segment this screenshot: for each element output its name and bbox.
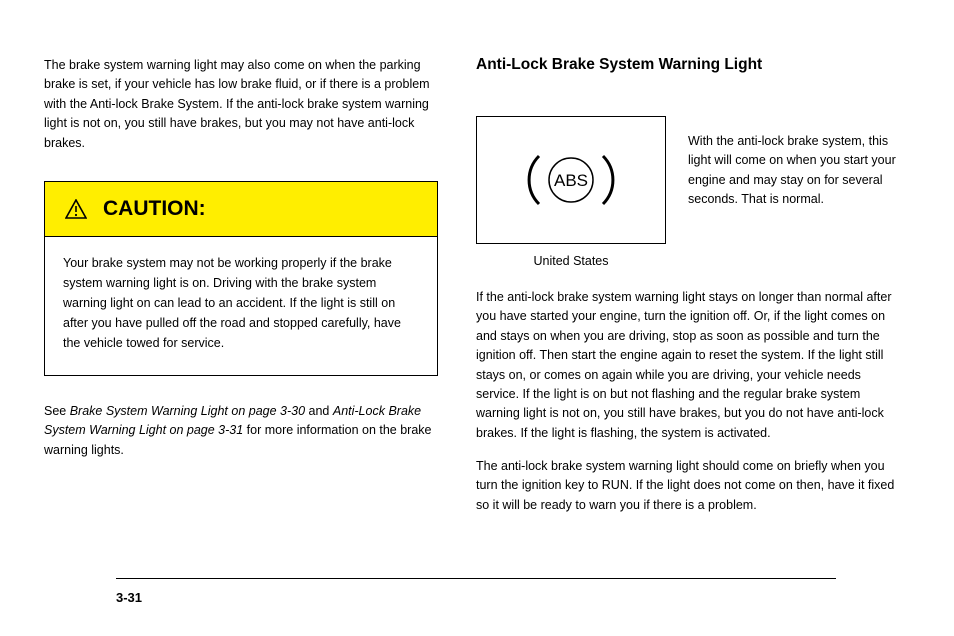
abs-body-paragraphs: If the anti-lock brake system warning li… bbox=[476, 288, 906, 515]
warning-triangle-icon bbox=[65, 199, 87, 219]
abs-indicator-icon: ABS bbox=[476, 116, 666, 244]
right-column: Anti-Lock Brake System Warning Light ABS… bbox=[476, 122, 906, 529]
left-tail-paragraph: See Brake System Warning Light on page 3… bbox=[44, 402, 444, 460]
abs-heading: Anti-Lock Brake System Warning Light bbox=[476, 56, 906, 74]
abs-header-paragraph: With the anti-lock brake system, this li… bbox=[688, 132, 898, 210]
abs-caption: United States bbox=[476, 254, 666, 268]
caution-title: CAUTION: bbox=[103, 197, 206, 221]
left-column: The brake system warning light may also … bbox=[44, 56, 444, 460]
left-intro-paragraph: The brake system warning light may also … bbox=[44, 56, 444, 153]
page-number: 3-31 bbox=[116, 590, 142, 605]
tail-and-word: and bbox=[305, 404, 333, 418]
abs-figure-block: ABS United States bbox=[476, 122, 666, 288]
footer-rule bbox=[116, 578, 836, 579]
tail-see-word: See bbox=[44, 404, 70, 418]
abs-para-1: If the anti-lock brake system warning li… bbox=[476, 288, 906, 443]
abs-figure-row: ABS United States With the anti-lock bra… bbox=[476, 122, 906, 288]
tail-ref-a: Brake System Warning Light on page 3-30 bbox=[70, 404, 305, 418]
caution-header: CAUTION: bbox=[45, 182, 437, 237]
abs-para-2: The anti-lock brake system warning light… bbox=[476, 457, 906, 515]
caution-box: CAUTION: Your brake system may not be wo… bbox=[44, 181, 438, 376]
caution-body-text: Your brake system may not be working pro… bbox=[45, 237, 437, 375]
svg-text:ABS: ABS bbox=[554, 171, 588, 190]
manual-page: The brake system warning light may also … bbox=[0, 0, 954, 636]
